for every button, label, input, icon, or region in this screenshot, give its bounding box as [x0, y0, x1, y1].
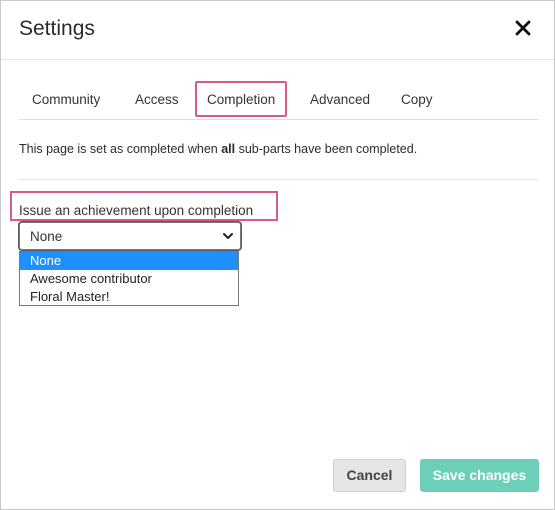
close-button[interactable]: [512, 17, 534, 39]
info-text-end: sub-parts have been completed.: [235, 142, 418, 156]
tab-community[interactable]: Community: [32, 81, 100, 117]
tab-advanced[interactable]: Advanced: [310, 81, 370, 117]
tab-access[interactable]: Access: [135, 81, 179, 117]
achievement-dropdown: None Awesome contributor Floral Master!: [19, 251, 239, 306]
close-icon: [515, 20, 531, 36]
dialog-title: Settings: [19, 17, 95, 40]
settings-dialog: Settings Community Access Completion Adv…: [0, 0, 555, 510]
achievement-label: Issue an achievement upon completion: [19, 203, 254, 218]
save-changes-button[interactable]: Save changes: [420, 459, 539, 492]
option-floral-master[interactable]: Floral Master!: [20, 288, 238, 306]
tab-completion[interactable]: Completion: [195, 81, 288, 117]
cancel-button[interactable]: Cancel: [333, 459, 406, 492]
option-awesome-contributor[interactable]: Awesome contributor: [20, 270, 238, 288]
completion-info: This page is set as completed when all s…: [19, 142, 417, 156]
settings-tabs: Community Access Completion Advanced Cop…: [19, 81, 539, 120]
option-none[interactable]: None: [20, 252, 238, 270]
achievement-select[interactable]: None: [19, 222, 241, 250]
chevron-down-icon: [223, 233, 233, 239]
info-text-bold: all: [221, 142, 236, 156]
dialog-header: Settings: [1, 1, 554, 60]
section-divider: [19, 179, 539, 180]
tab-copy[interactable]: Copy: [401, 81, 433, 117]
achievement-select-value: None: [30, 229, 63, 244]
info-text-start: This page is set as completed when: [19, 142, 222, 156]
